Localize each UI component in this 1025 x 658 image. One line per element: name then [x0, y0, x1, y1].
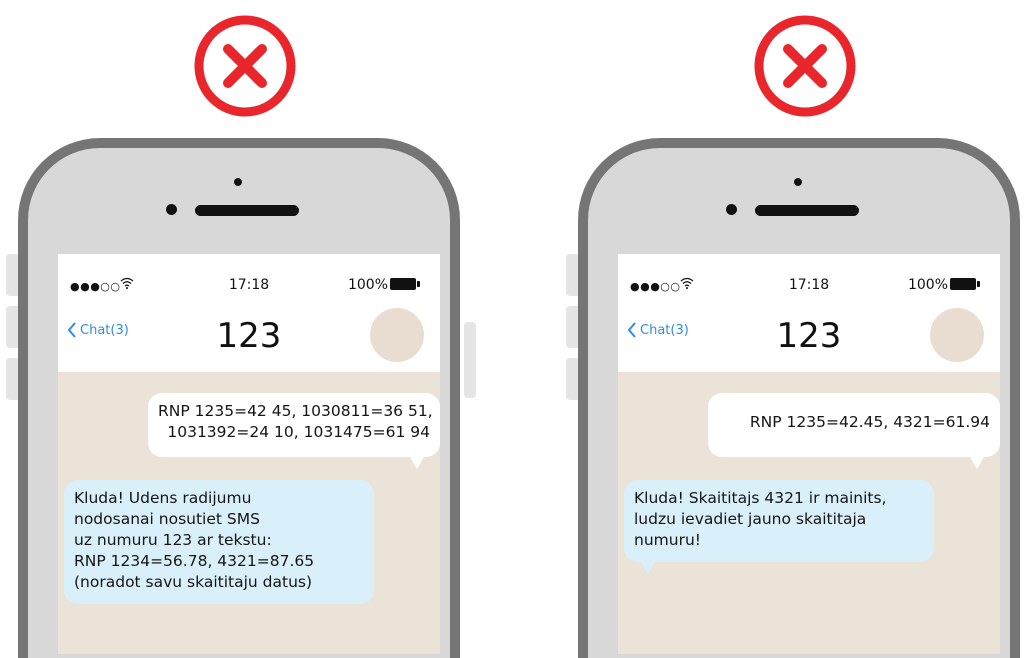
status-bar: ●●●○○ 17:18 100%	[58, 254, 440, 304]
contact-avatar[interactable]	[370, 308, 424, 362]
example-panel-right: ●●●○○ 17:18 100% Chat(3) 123 RNP 1235=42…	[560, 0, 1025, 658]
chat-screen: ●●●○○ 17:18 100% Chat(3) 123 RNP 1235=42…	[618, 254, 1000, 654]
message-line: nodosanai nosutiet SMS	[74, 510, 260, 528]
outgoing-bubble-tail	[969, 455, 985, 469]
screen-header: ●●●○○ 17:18 100% Chat(3) 123	[618, 254, 1000, 372]
chat-nav-bar: Chat(3) 123	[618, 304, 1000, 372]
phone-sensor	[234, 178, 242, 186]
message-line: uz numuru 123 ar tekstu:	[74, 531, 272, 549]
incoming-message-bubble: Kluda! Udens radijumu nodosanai nosutiet…	[64, 480, 374, 604]
error-x-icon	[754, 15, 856, 117]
chat-screen: ●●●○○ 17:18 100% Chat(3) 123 RNP 1235=42…	[58, 254, 440, 654]
outgoing-message-bubble: RNP 1235=42 45, 1030811=36 51, 1031392=2…	[148, 393, 440, 457]
contact-avatar[interactable]	[930, 308, 984, 362]
message-line: RNP 1235=42 45, 1030811=36 51,	[158, 402, 433, 420]
error-x-icon	[194, 15, 296, 117]
incoming-message-bubble: Kluda! Skaititajs 4321 ir mainits, ludzu…	[624, 480, 934, 562]
message-line: RNP 1234=56.78, 4321=87.65	[74, 552, 315, 570]
status-bar: ●●●○○ 17:18 100%	[618, 254, 1000, 304]
message-line: RNP 1235=42.45, 4321=61.94	[749, 413, 990, 431]
battery-percentage: 100%	[907, 277, 948, 293]
chat-nav-bar: Chat(3) 123	[58, 304, 440, 372]
phone-sensor	[794, 178, 802, 186]
message-line: Kluda! Skaititajs 4321 ir mainits,	[634, 489, 887, 507]
phone-camera	[726, 204, 737, 215]
message-line: numuru!	[634, 531, 701, 549]
battery-icon	[950, 278, 980, 290]
phone-side-button	[464, 322, 476, 398]
phone-frame: ●●●○○ 17:18 100% Chat(3) 123 RNP 1235=42…	[578, 138, 1020, 658]
phone-camera	[166, 204, 177, 215]
phone-frame: ●●●○○ 17:18 100% Chat(3) 123 RNP 1235=42…	[18, 138, 460, 658]
screen-header: ●●●○○ 17:18 100% Chat(3) 123	[58, 254, 440, 372]
outgoing-message-bubble: RNP 1235=42.45, 4321=61.94	[708, 393, 1000, 457]
outgoing-bubble-tail	[409, 455, 425, 469]
battery-icon	[390, 278, 420, 290]
incoming-bubble-tail	[640, 560, 656, 574]
phone-speaker	[755, 205, 859, 216]
message-line: 1031392=24 10, 1031475=61 94	[167, 423, 430, 441]
message-line: Kluda! Udens radijumu	[74, 489, 252, 507]
message-line: (noradot savu skaititaju datus)	[74, 573, 313, 591]
battery-percentage: 100%	[347, 277, 388, 293]
message-line: ludzu ievadiet jauno skaititaja	[634, 510, 867, 528]
phone-speaker	[195, 205, 299, 216]
example-panel-left: ●●●○○ 17:18 100% Chat(3) 123 RNP 1235=42…	[0, 0, 476, 658]
